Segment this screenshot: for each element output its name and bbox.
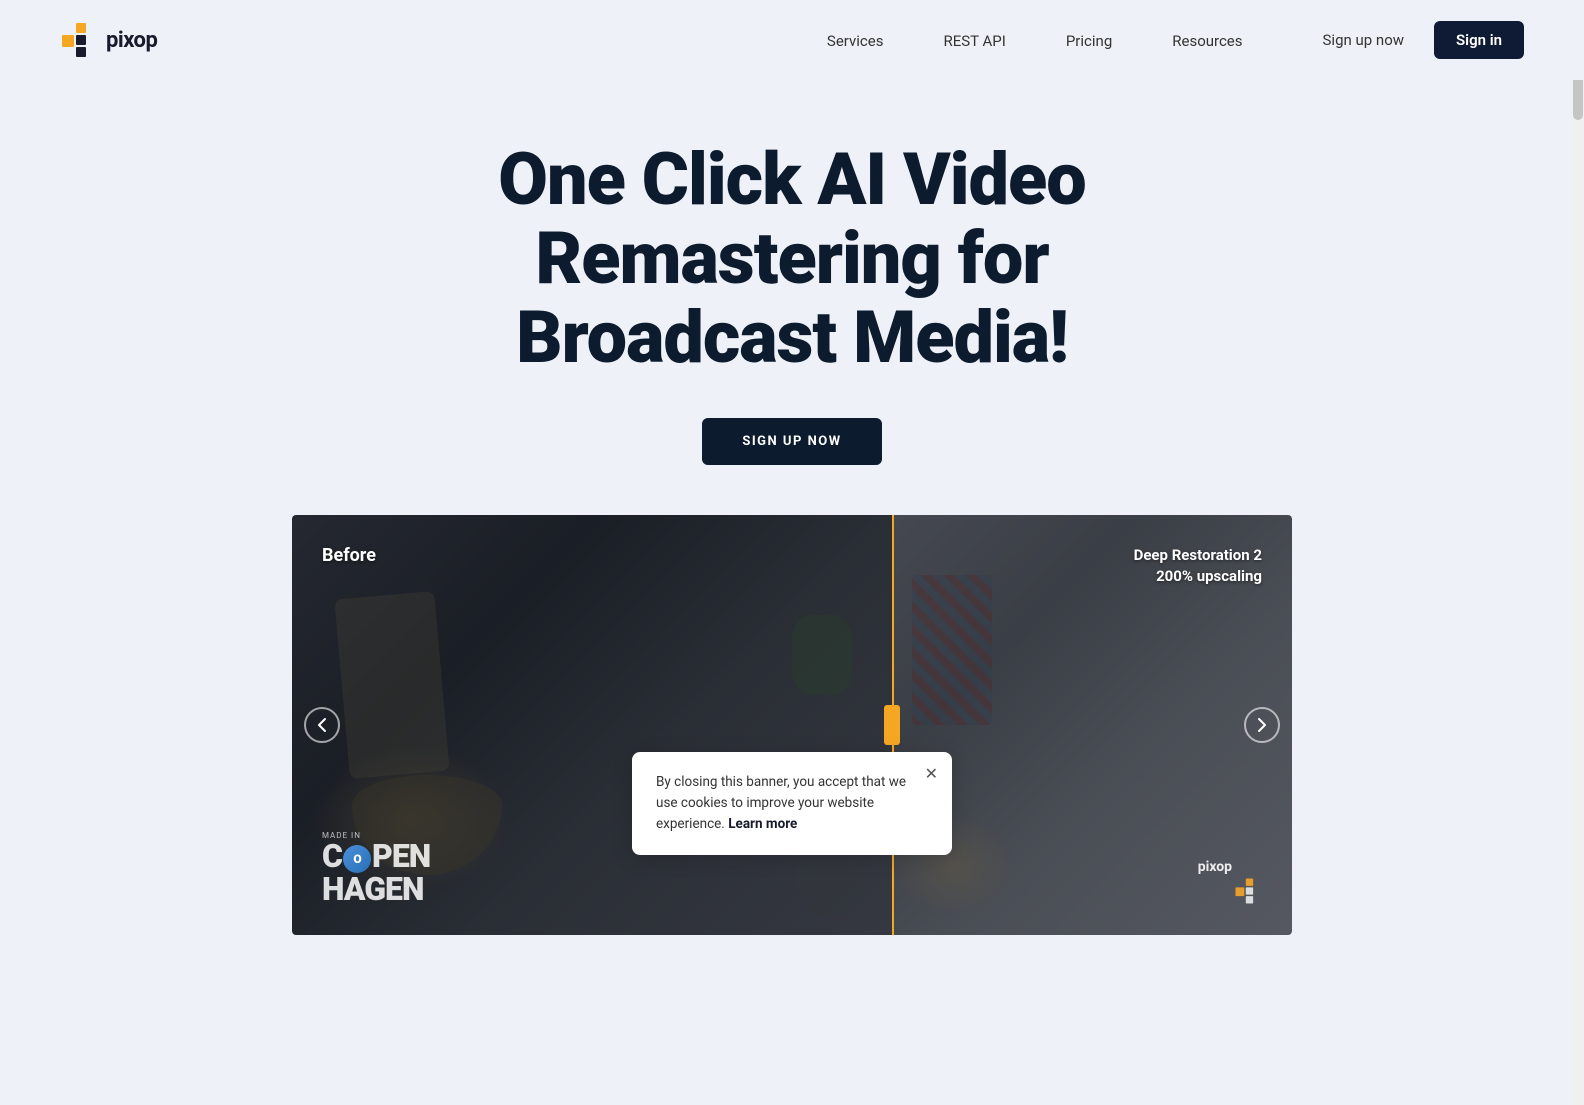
cookie-banner: ✕ By closing this banner, you accept tha… <box>632 752 952 855</box>
nav-item-services[interactable]: Services <box>827 31 884 50</box>
video-comparison: Before Deep Restoration 2 200% upscaling… <box>292 515 1292 935</box>
carousel-prev-button[interactable] <box>304 707 340 743</box>
logo-icon <box>60 21 98 59</box>
city-name: COPENHAGEN <box>322 840 430 905</box>
watermark-logo-text: pixop <box>1198 859 1232 875</box>
nav-links: Services REST API Pricing Resources <box>827 31 1243 50</box>
scrollbar[interactable] <box>1572 0 1584 1105</box>
hero-section: One Click AI Video Remastering for Broad… <box>0 80 1584 515</box>
copenhagen-badge: made in COPENHAGEN <box>322 831 430 905</box>
cookie-text: By closing this banner, you accept that … <box>656 772 928 835</box>
video-comparison-container: Before Deep Restoration 2 200% upscaling… <box>60 515 1524 935</box>
nav-item-rest-api[interactable]: REST API <box>943 31 1005 50</box>
hero-headline: One Click AI Video Remastering for Broad… <box>402 140 1182 378</box>
city-circle-o: O <box>343 845 371 873</box>
before-label: Before <box>322 545 376 566</box>
sign-up-now-link[interactable]: Sign up now <box>1323 31 1405 49</box>
after-label: Deep Restoration 2 200% upscaling <box>1134 545 1262 587</box>
learn-more-link[interactable]: Learn more <box>728 816 797 832</box>
nav-item-pricing[interactable]: Pricing <box>1066 31 1112 50</box>
logo-text: pixop <box>106 28 157 53</box>
watermark-logo-icon <box>1234 877 1262 905</box>
logo-link[interactable]: pixop <box>60 21 157 59</box>
comparison-handle[interactable] <box>884 705 900 745</box>
nav-item-resources[interactable]: Resources <box>1172 31 1242 50</box>
carousel-next-button[interactable] <box>1244 707 1280 743</box>
cookie-close-button[interactable]: ✕ <box>925 766 938 782</box>
navbar: pixop Services REST API Pricing Resource… <box>0 0 1584 80</box>
signup-cta-button[interactable]: SIGN UP NOW <box>702 418 881 465</box>
nav-auth: Sign up now Sign in <box>1323 21 1524 59</box>
pixop-watermark: pixop <box>1234 877 1262 905</box>
sign-in-button[interactable]: Sign in <box>1434 21 1524 59</box>
